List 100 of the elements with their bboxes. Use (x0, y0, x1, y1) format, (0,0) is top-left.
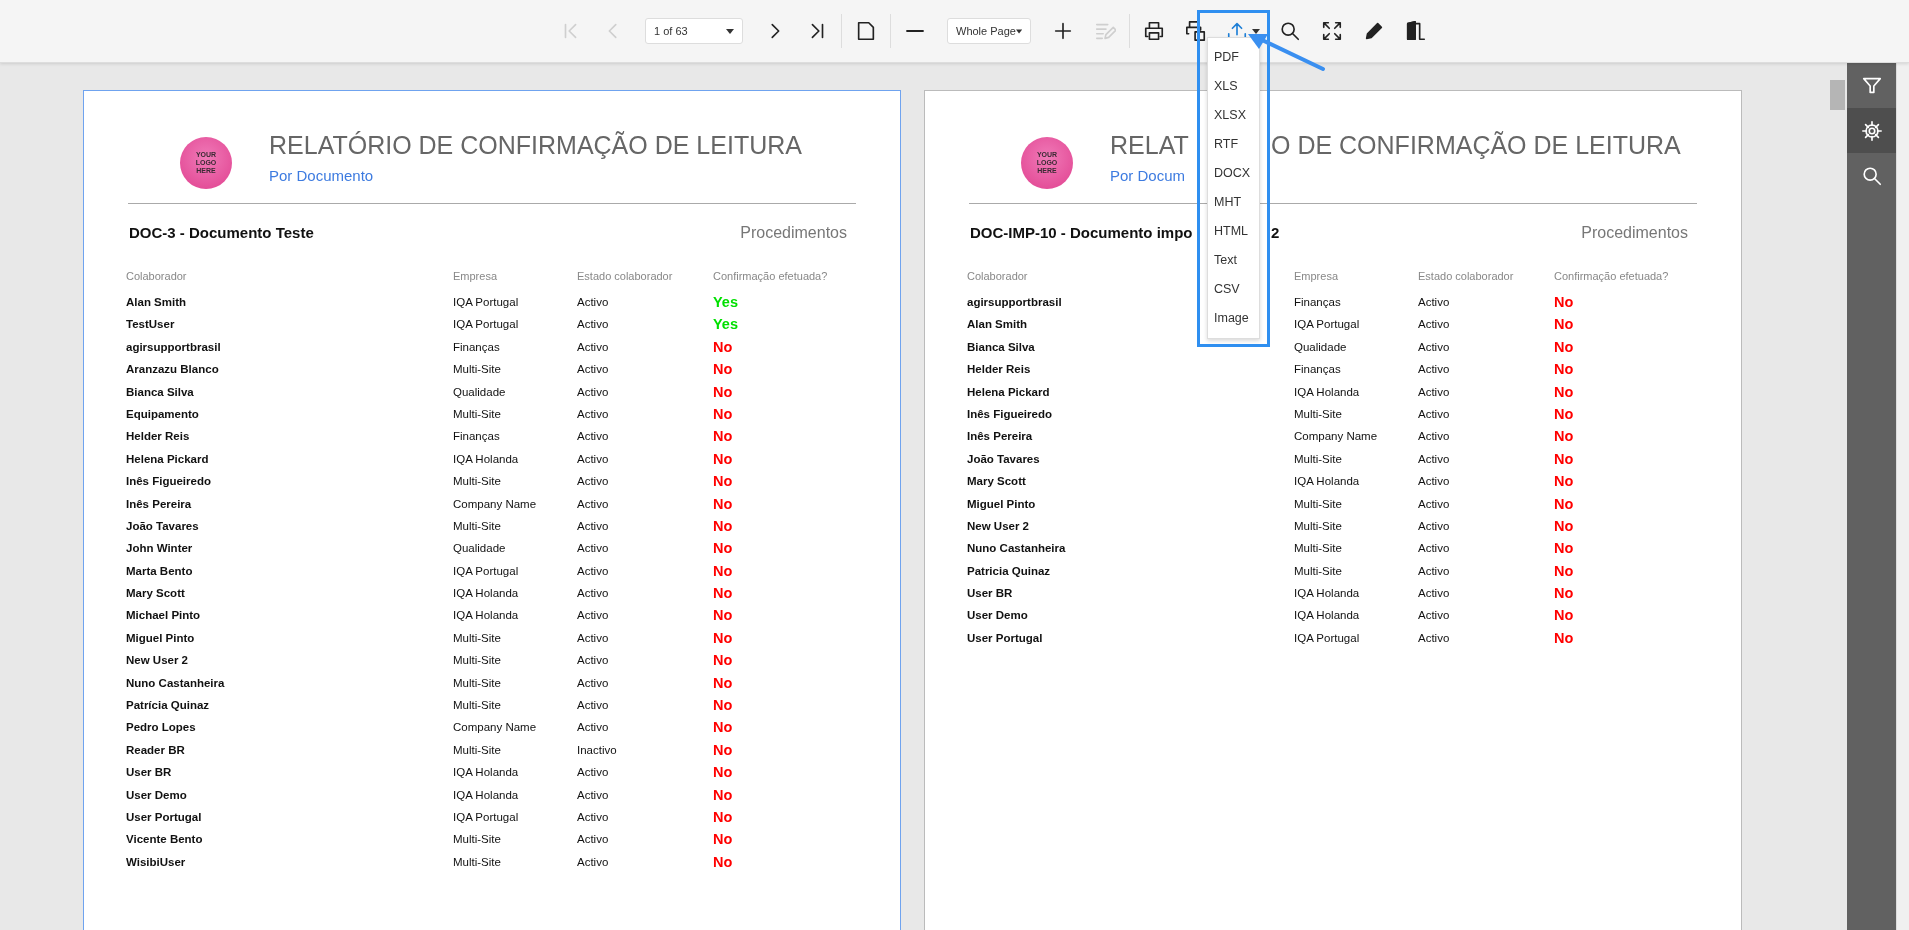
report-title: RELAT (1110, 130, 1189, 161)
confirmation-status: No (1554, 584, 1574, 604)
table-cell-text: Multi-Site (453, 653, 501, 669)
report-subtitle: Por Documento (269, 166, 374, 186)
settings-button[interactable] (1847, 108, 1896, 153)
caret-icon (1015, 28, 1022, 34)
table-cell-text: Multi-Site (1294, 451, 1342, 467)
confirmation-status: No (713, 651, 733, 671)
table-cell-text: Reader BR (126, 742, 185, 758)
table-cell-text: User Demo (967, 608, 1028, 624)
table-cell-text: Vicente Bento (126, 832, 203, 848)
confirmation-status: No (713, 606, 733, 626)
confirmation-status: No (713, 360, 733, 380)
menu-item[interactable]: MHT (1208, 188, 1259, 217)
table-cell-text: Multi-Site (453, 742, 501, 758)
table-cell-text: IQA Portugal (453, 317, 519, 333)
menu-item[interactable]: Image (1208, 304, 1259, 333)
confirmation-status: No (713, 785, 733, 805)
confirmation-status: No (713, 763, 733, 783)
confirmation-status: No (713, 830, 733, 850)
menu-item[interactable]: PDF (1208, 43, 1259, 72)
confirmation-status: No (713, 584, 733, 604)
column-header: Empresa (453, 269, 498, 284)
table-cell-text: Helder Reis (126, 429, 190, 445)
table-cell-text: Multi-Site (453, 630, 501, 646)
table-cell-text: Activo (1418, 339, 1450, 355)
page-select[interactable]: 1 of 63 (645, 18, 743, 44)
menu-item[interactable]: CSV (1208, 275, 1259, 304)
table-cell-text: Activo (577, 586, 609, 602)
scrollbar-thumb[interactable] (1830, 80, 1845, 110)
table-cell-text: Activo (577, 541, 609, 557)
confirmation-status: No (1554, 494, 1574, 514)
confirmation-status: No (713, 561, 733, 581)
menu-item[interactable]: RTF (1208, 130, 1259, 159)
table-cell-text: IQA Portugal (453, 563, 519, 579)
table-cell-text: Activo (1418, 317, 1450, 333)
confirmation-status: No (713, 740, 733, 760)
category-label: Procedimentos (740, 223, 847, 243)
table-cell-text: IQA Holanda (1294, 586, 1360, 602)
table-cell-text: Company Name (1294, 429, 1378, 445)
table-cell-text: IQA Holanda (453, 608, 519, 624)
confirmation-status: No (713, 539, 733, 559)
table-cell-text: Activo (577, 406, 609, 422)
menu-item[interactable]: DOCX (1208, 159, 1259, 188)
table-cell-text: User Portugal (967, 630, 1043, 646)
confirmation-status: Yes (713, 293, 738, 312)
report-title: O DE CONFIRMAÇÃO DE LEITURA (1271, 130, 1681, 161)
confirmation-status: No (713, 427, 733, 447)
table-cell-text: Helena Pickard (126, 451, 209, 467)
table-cell-text: Activo (1418, 384, 1450, 400)
report-subtitle: Por Docum (1110, 166, 1186, 186)
column-header: Confirmação efetuada? (1554, 269, 1669, 284)
table-cell-text: New User 2 (126, 653, 188, 669)
menu-item[interactable]: Text (1208, 246, 1259, 275)
table-cell-text: John Winter (126, 541, 193, 557)
table-cell-text: Finanças (1294, 362, 1341, 378)
column-header: Confirmação efetuada? (713, 269, 828, 284)
table-cell-text: Activo (1418, 518, 1450, 534)
table-cell-text: Alan Smith (967, 317, 1028, 333)
table-cell-text: Activo (1418, 362, 1450, 378)
table-cell-text: Aranzazu Blanco (126, 362, 219, 378)
table-cell-text: agirsupportbrasil (967, 295, 1062, 310)
table-cell-text: Multi-Site (453, 474, 501, 490)
table-cell-text: Inês Figueiredo (126, 474, 211, 490)
menu-item[interactable]: XLS (1208, 72, 1259, 101)
table-cell-text: IQA Holanda (1294, 608, 1360, 624)
menu-item[interactable]: HTML (1208, 217, 1259, 246)
document-title: DOC-3 - Documento Teste (129, 222, 314, 243)
table-cell-text: Activo (577, 765, 609, 781)
table-cell-text: João Tavares (126, 518, 199, 534)
table-cell-text: Multi-Site (1294, 518, 1342, 534)
table-cell-text: Miguel Pinto (126, 630, 195, 646)
confirmation-status: No (1554, 293, 1574, 312)
table-cell-text: User BR (126, 765, 172, 781)
column-header: Colaborador (126, 269, 187, 284)
table-cell-text: Miguel Pinto (967, 496, 1036, 512)
menu-item[interactable]: XLSX (1208, 101, 1259, 130)
table-cell-text: Activo (577, 317, 609, 333)
table-cell-text: Activo (577, 384, 609, 400)
column-header: Colaborador (967, 269, 1028, 284)
table-cell-text: Multi-Site (453, 362, 501, 378)
table-cell-text: Activo (577, 787, 609, 803)
table-cell-text: Activo (577, 295, 609, 310)
confirmation-status: No (1554, 337, 1574, 357)
scrollbar-track[interactable] (1896, 63, 1909, 930)
table-cell-text: Mary Scott (126, 586, 185, 602)
zoom-select[interactable]: Whole Page (947, 18, 1031, 44)
table-cell-text: Activo (577, 698, 609, 714)
table-cell-text: New User 2 (967, 518, 1029, 534)
table-cell-text: Nuno Castanheira (967, 541, 1066, 557)
confirmation-status: No (1554, 472, 1574, 492)
table-cell-text: IQA Holanda (1294, 384, 1360, 400)
table-cell-text: Activo (1418, 586, 1450, 602)
confirmation-status: No (713, 628, 733, 648)
confirmation-status: No (713, 382, 733, 402)
table-cell-text: Bianca Silva (126, 384, 194, 400)
table-cell-text: Alan Smith (126, 295, 187, 310)
table-cell-text: IQA Holanda (453, 451, 519, 467)
report-title: RELATÓRIO DE CONFIRMAÇÃO DE LEITURA (269, 130, 802, 161)
column-header: Estado colaborador (577, 269, 673, 284)
